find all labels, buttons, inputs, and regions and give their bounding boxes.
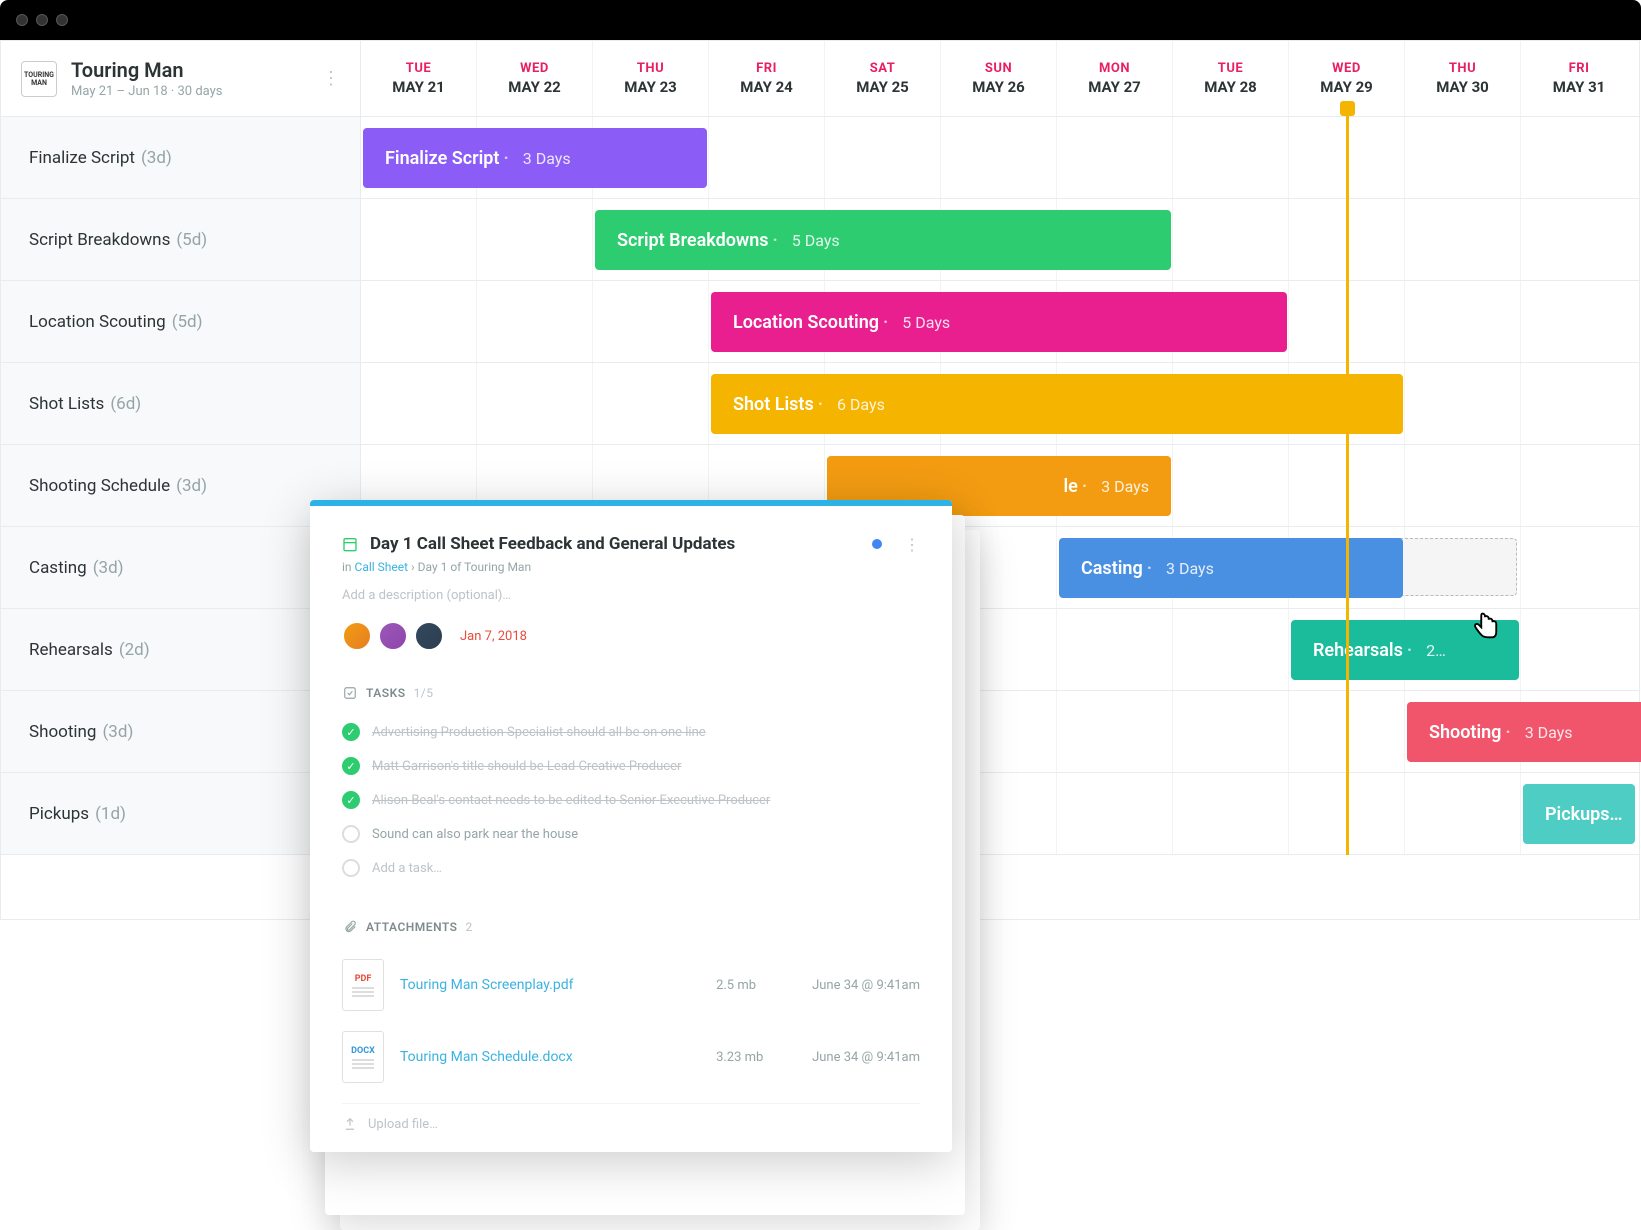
calendar-day-header: SUNMAY 26 [941, 41, 1057, 116]
status-dot-icon[interactable] [872, 539, 882, 549]
gantt-row-label[interactable]: Finalize Script (3d) [1, 117, 361, 199]
task-checkbox-icon[interactable]: ✓ [342, 757, 360, 775]
project-subtitle: May 21 – Jun 18 · 30 days [71, 84, 223, 99]
calendar-day-header: THUMAY 23 [593, 41, 709, 116]
calendar-day-header: WEDMAY 22 [477, 41, 593, 116]
task-checkbox-icon[interactable] [342, 825, 360, 843]
description-input[interactable]: Add a description (optional)… [342, 588, 920, 603]
task-card: Day 1 Call Sheet Feedback and General Up… [310, 500, 952, 1152]
task-item[interactable]: ✓Matt Garrison's title should be Lead Cr… [342, 749, 920, 783]
avatar[interactable] [342, 621, 372, 651]
calendar-day-header: MONMAY 27 [1057, 41, 1173, 116]
card-title: Day 1 Call Sheet Feedback and General Up… [370, 534, 735, 554]
calendar-day-header: TUEMAY 28 [1173, 41, 1289, 116]
avatar[interactable] [414, 621, 444, 651]
gantt-row-label[interactable]: Rehearsals (2d) [1, 609, 361, 691]
attachment-item[interactable]: PDFTouring Man Screenplay.pdf2.5 mbJune … [342, 949, 920, 1021]
attachments-count: 2 [466, 920, 473, 934]
tasks-count: 1/5 [414, 686, 434, 700]
gantt-row-label[interactable]: Pickups (1d) [1, 773, 361, 855]
cursor-hand-icon [1465, 606, 1505, 646]
tasks-section-label: TASKS [366, 686, 406, 700]
gantt-bar[interactable]: Pickups… [1523, 784, 1635, 844]
checkbox-icon [342, 685, 358, 701]
paperclip-icon [342, 919, 358, 935]
gantt-row-label[interactable]: Location Scouting (5d) [1, 281, 361, 363]
gantt-bar[interactable]: Shooting·3 Days [1407, 702, 1641, 762]
gantt-row-label[interactable]: Shooting Schedule (3d) [1, 445, 361, 527]
window-control-min[interactable] [36, 14, 48, 26]
breadcrumb: in Call Sheet › Day 1 of Touring Man [342, 560, 920, 574]
project-more-icon[interactable]: ⋮ [322, 68, 340, 89]
gantt-row-label[interactable]: Shooting (3d) [1, 691, 361, 773]
calendar-day-header: TUEMAY 21 [361, 41, 477, 116]
task-checkbox-icon [342, 859, 360, 877]
upload-file-button[interactable]: Upload file… [342, 1103, 920, 1132]
gantt-row-label[interactable]: Shot Lists (6d) [1, 363, 361, 445]
gantt-row-label[interactable]: Script Breakdowns (5d) [1, 199, 361, 281]
today-marker-icon [1340, 101, 1355, 116]
task-checkbox-icon[interactable]: ✓ [342, 723, 360, 741]
calendar-day-header: THUMAY 30 [1405, 41, 1521, 116]
today-indicator [1346, 111, 1349, 855]
gantt-bar[interactable]: Location Scouting·5 Days [711, 292, 1287, 352]
file-icon: PDF [342, 959, 384, 1011]
window-control-close[interactable] [16, 14, 28, 26]
add-task-input[interactable]: Add a task… [342, 851, 920, 885]
window-titlebar [0, 0, 1641, 40]
due-date[interactable]: Jan 7, 2018 [460, 629, 527, 644]
task-item[interactable]: Sound can also park near the house [342, 817, 920, 851]
upload-icon [342, 1116, 358, 1132]
card-more-icon[interactable]: ⋮ [904, 535, 920, 554]
gantt-bar[interactable]: Shot Lists·6 Days [711, 374, 1403, 434]
gantt-header: TOURING MAN Touring Man May 21 – Jun 18 … [1, 41, 1639, 117]
avatar[interactable] [378, 621, 408, 651]
attachment-item[interactable]: DOCXTouring Man Schedule.docx3.23 mbJune… [342, 1021, 920, 1093]
attachments-section-label: ATTACHMENTS [366, 920, 458, 934]
calendar-day-header: FRIMAY 24 [709, 41, 825, 116]
task-item[interactable]: ✓Alison Beal's contact needs to be edite… [342, 783, 920, 817]
gantt-bar[interactable]: Finalize Script·3 Days [363, 128, 707, 188]
gantt-bar[interactable]: Script Breakdowns·5 Days [595, 210, 1171, 270]
file-icon: DOCX [342, 1031, 384, 1083]
calendar-icon [342, 536, 358, 552]
gantt-bar[interactable]: Casting·3 Days [1059, 538, 1403, 598]
task-item[interactable]: ✓Advertising Production Specialist shoul… [342, 715, 920, 749]
project-title: Touring Man [71, 58, 223, 82]
window-control-max[interactable] [56, 14, 68, 26]
project-header: TOURING MAN Touring Man May 21 – Jun 18 … [1, 41, 361, 116]
task-checkbox-icon[interactable]: ✓ [342, 791, 360, 809]
calendar-day-header: SATMAY 25 [825, 41, 941, 116]
calendar-day-header: FRIMAY 31 [1521, 41, 1637, 116]
gantt-row-label[interactable]: Casting (3d) [1, 527, 361, 609]
breadcrumb-link[interactable]: Call Sheet [355, 560, 409, 574]
project-logo: TOURING MAN [21, 61, 57, 97]
